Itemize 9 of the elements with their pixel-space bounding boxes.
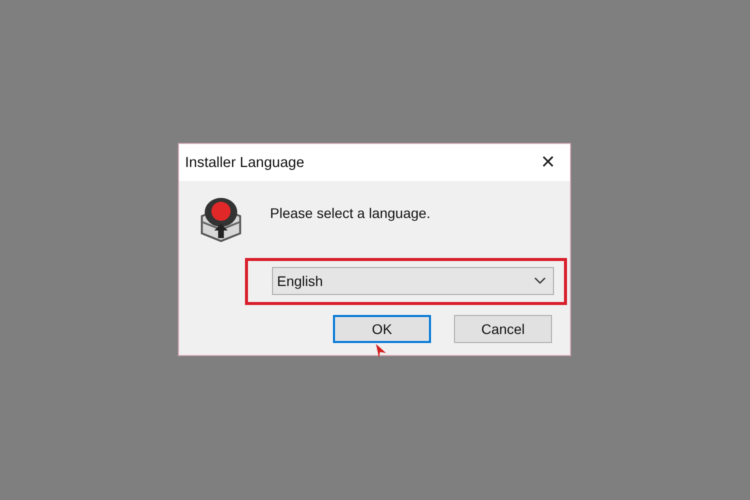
chevron-down-icon xyxy=(534,277,546,285)
dialog-button[interactable]: Cancel xyxy=(454,315,552,343)
pointer-arrow-icon xyxy=(375,344,387,358)
close-button[interactable]: ✕ xyxy=(526,144,570,181)
prompt-text: Please select a language. xyxy=(270,205,430,221)
installer-box-icon xyxy=(198,195,244,243)
dialog-button[interactable]: OK xyxy=(333,315,431,343)
window-title: Installer Language xyxy=(185,154,304,170)
language-dropdown[interactable]: English xyxy=(272,267,554,295)
